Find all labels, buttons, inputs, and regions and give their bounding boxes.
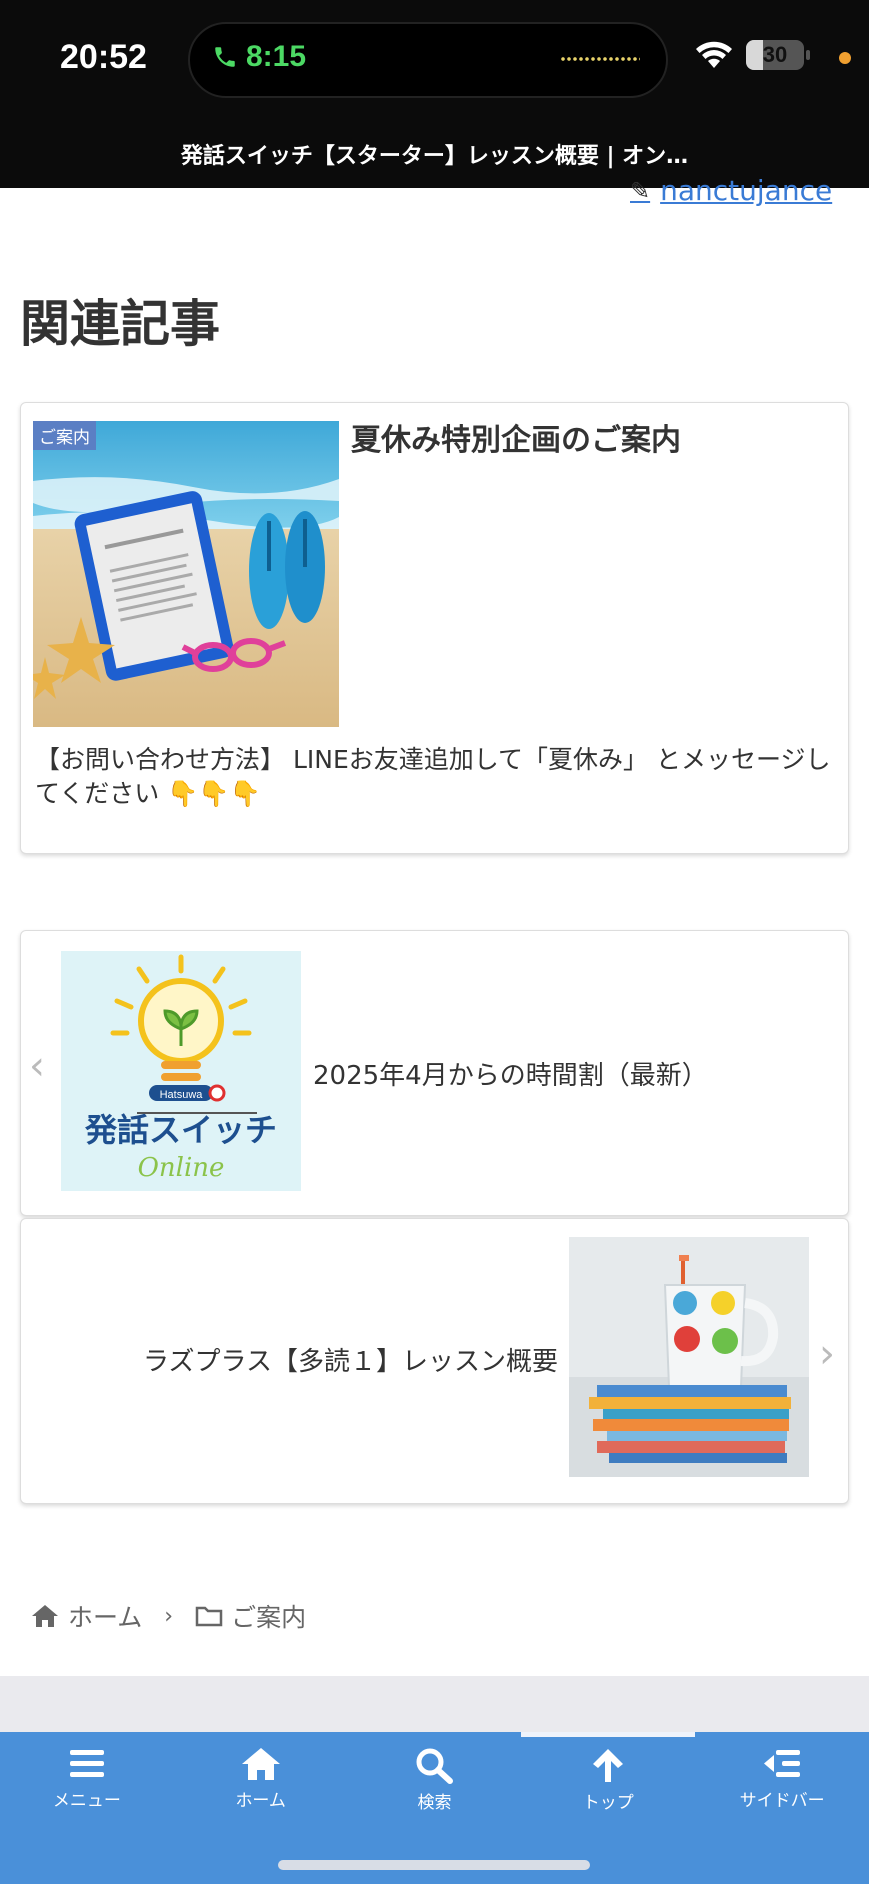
chevron-left-icon[interactable]: ‹	[29, 1043, 45, 1089]
wifi-icon	[696, 41, 732, 68]
arrow-up-icon	[593, 1749, 624, 1782]
battery-percent: 30	[762, 42, 788, 67]
home-icon	[241, 1748, 280, 1780]
logo-online-text: Online	[138, 1153, 225, 1183]
nav-top-label: トップ	[582, 1793, 634, 1813]
article-title[interactable]: 夏休み特別企画のご案内	[351, 415, 681, 459]
prev-post-title[interactable]: 2025年4月からの時間割（最新）	[313, 1055, 708, 1092]
author-name[interactable]: nanctujance	[660, 174, 832, 207]
logo-hatsuwa-text: Hatsuwa	[160, 1089, 204, 1101]
menu-icon	[69, 1750, 104, 1777]
nav-menu-button[interactable]: メニュー	[0, 1732, 174, 1842]
search-icon	[416, 1748, 454, 1784]
battery-icon: 30	[746, 40, 804, 70]
chevron-right-icon: ›	[164, 1603, 174, 1629]
beach-ebook-image	[33, 421, 339, 727]
battery-tip	[806, 50, 810, 60]
next-post-card[interactable]: ラズプラス【多読１】レッスン概要 ›	[20, 1218, 849, 1504]
related-article-card[interactable]: ご案内 夏休み特別企画のご案内 【お問い合わせ方法】 LINEお友達追加して「夏…	[20, 402, 849, 854]
prev-post-card[interactable]: ‹ Hatsuwa 発話スイッチ Online 2025年4月からの時間割（最新…	[20, 930, 849, 1216]
nav-home-label: ホーム	[235, 1791, 286, 1811]
footer-spacer	[0, 1676, 869, 1732]
privacy-indicator-dot	[839, 52, 851, 64]
main-content: ✎ nanctujance 関連記事 ご案内 夏休み特別企画のご案内 【お問い合…	[0, 174, 869, 1668]
home-icon	[32, 1605, 58, 1627]
status-bar: 20:52 8:15 30 発話スイッチ【スターター】レッスン概要 | オン…	[0, 0, 869, 188]
phone-icon	[215, 47, 235, 67]
logo-main-text: 発話スイッチ	[84, 1111, 277, 1149]
prev-post-thumbnail[interactable]: Hatsuwa 発話スイッチ Online	[61, 951, 301, 1191]
call-indicator: 8:15	[212, 40, 306, 74]
nav-top-button[interactable]: トップ	[521, 1732, 695, 1842]
related-articles-heading: 関連記事	[20, 295, 220, 353]
author-link[interactable]: ✎ nanctujance	[630, 174, 832, 207]
breadcrumb: ホーム › ご案内	[30, 1598, 306, 1634]
home-indicator[interactable]	[278, 1860, 590, 1870]
breadcrumb-home[interactable]: ホーム	[68, 1598, 142, 1634]
clock: 20:52	[60, 38, 147, 76]
call-duration: 8:15	[246, 40, 307, 73]
category-badge: ご案内	[33, 421, 96, 450]
article-snippet: 【お問い合わせ方法】 LINEお友達追加して「夏休み」 とメッセージしてください…	[35, 745, 831, 808]
nav-home-button[interactable]: ホーム	[174, 1732, 348, 1842]
breadcrumb-category[interactable]: ご案内	[231, 1598, 306, 1634]
nav-sidebar-label: サイドバー	[739, 1791, 825, 1811]
audio-waveform-icon	[560, 56, 640, 62]
nav-search-button[interactable]: 検索	[348, 1732, 522, 1842]
page-title[interactable]: 発話スイッチ【スターター】レッスン概要 | オン…	[0, 138, 869, 170]
next-post-thumbnail[interactable]	[569, 1237, 809, 1477]
nav-sidebar-button[interactable]: サイドバー	[695, 1732, 869, 1842]
nav-menu-label: メニュー	[52, 1791, 121, 1811]
chevron-right-icon[interactable]: ›	[819, 1331, 835, 1377]
dynamic-island[interactable]: 8:15	[188, 22, 668, 98]
article-thumbnail[interactable]: ご案内	[33, 421, 339, 727]
folder-icon	[195, 1606, 223, 1627]
sidebar-icon	[764, 1750, 801, 1777]
nav-search-label: 検索	[417, 1793, 452, 1813]
pencil-icon: ✎	[630, 176, 651, 205]
books-mug-image	[569, 1237, 809, 1477]
next-post-title[interactable]: ラズプラス【多読１】レッスン概要	[143, 1341, 558, 1378]
hatsuwa-switch-logo: Hatsuwa 発話スイッチ Online	[61, 951, 301, 1191]
